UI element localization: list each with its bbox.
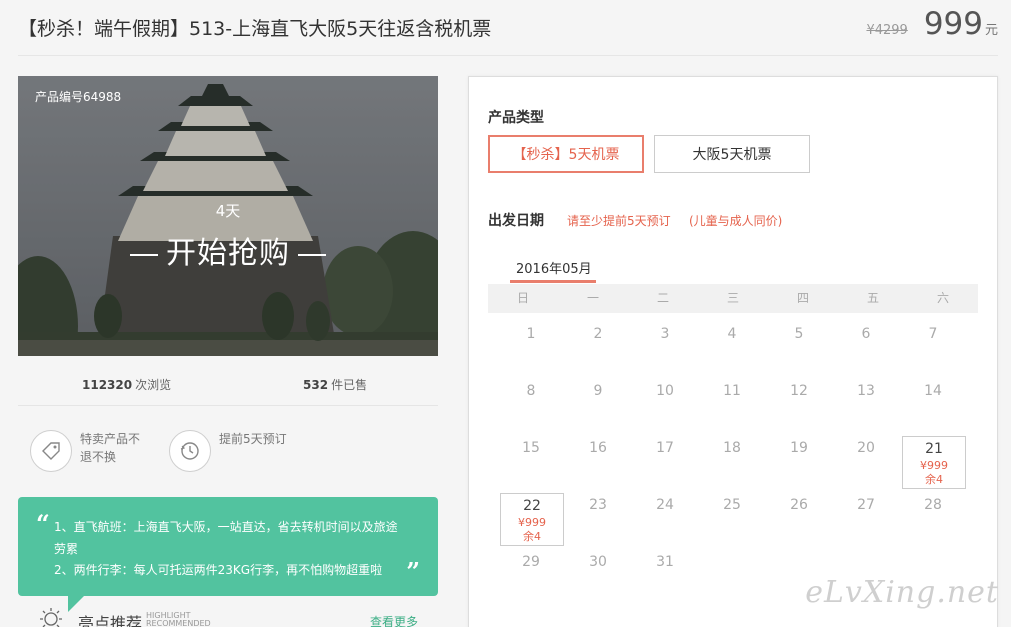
calendar-day: 16: [589, 440, 607, 456]
weekday: 一: [586, 291, 599, 305]
feature-text: 提前5天预订: [219, 432, 287, 446]
calendar-day: 13: [857, 383, 875, 399]
close-quote-icon: ”: [406, 557, 420, 586]
price-unit: 元: [984, 23, 998, 38]
open-quote-icon: “: [36, 509, 50, 538]
calendar-day-available[interactable]: 22 ¥999 余4: [500, 493, 564, 546]
sold-label: 件已售: [331, 378, 368, 392]
departure-date-label: 出发日期: [488, 213, 544, 229]
month-tab-underline: [510, 280, 596, 283]
day-price: ¥999: [518, 516, 546, 529]
dash-right: [298, 253, 326, 256]
product-title: 【秒杀！端午假期】513-上海直飞大阪5天往返含税机票: [18, 18, 492, 40]
sold-count: 532: [303, 378, 329, 392]
product-type-label: 产品类型: [488, 110, 544, 126]
countdown-days: 4天: [215, 202, 241, 220]
view-more-link[interactable]: 查看更多: [370, 613, 418, 627]
highlight-line-1: 1、直飞航班：上海直飞大阪，一站直达，省去转机时间以及旅途: [54, 520, 398, 534]
calendar-day: 14: [924, 383, 942, 399]
calendar-day: 4: [727, 326, 737, 342]
price-box: ¥4299 999 元: [866, 6, 998, 42]
calendar-day: 24: [656, 497, 674, 513]
product-page: 【秒杀！端午假期】513-上海直飞大阪5天往返含税机票 ¥4299 999 元: [0, 0, 1011, 627]
calendar-day: 12: [790, 383, 808, 399]
day-remaining: 余4: [523, 530, 541, 543]
highlight-box: “ 1、直飞航班：上海直飞大阪，一站直达，省去转机时间以及旅途 劳累 2、两件行…: [18, 497, 438, 612]
feature-book-ahead: 提前5天预订: [169, 430, 287, 472]
calendar-day: 10: [656, 383, 674, 399]
start-sale-text: 开始抢购: [166, 236, 290, 271]
product-code: 产品编号64988: [35, 90, 122, 104]
date-hint: 请至少提前5天预订: [567, 214, 671, 228]
weekday-header: 日 一 二 三 四 五 六: [488, 284, 978, 313]
calendar-day: 30: [589, 554, 607, 570]
calendar-day: 25: [723, 497, 741, 513]
calendar-day: 1: [526, 326, 536, 342]
weekday: 四: [796, 291, 809, 305]
calendar-day: 8: [526, 383, 536, 399]
weekday: 二: [656, 291, 669, 305]
start-sale-banner: 开始抢购: [18, 228, 438, 272]
type-option-flash[interactable]: 【秒杀】5天机票: [488, 135, 644, 173]
calendar-day: 26: [790, 497, 808, 513]
calendar-day: 29: [522, 554, 540, 570]
product-hero-image[interactable]: 产品编号64988 4天 开始抢购: [18, 76, 438, 356]
calendar-day: 3: [660, 326, 670, 342]
month-tab[interactable]: 2016年05月: [516, 258, 592, 277]
highlight-line-2: 2、两件行李：每人可托运两件23KG行李，再不怕购物超重啦: [54, 563, 383, 577]
calendar-day: 11: [723, 383, 741, 399]
product-stats: 112320 次浏览 532 件已售: [18, 366, 438, 406]
day-number: 22: [523, 498, 541, 514]
recommend-en-2: RECOMMENDED: [146, 619, 211, 627]
weekday: 三: [726, 291, 739, 305]
calendar-day: 31: [656, 554, 674, 570]
calendar-day: 23: [589, 497, 607, 513]
highlight-recommend-bar: 亮点推荐 HIGHLIGHT RECOMMENDED 查看更多: [38, 606, 438, 627]
calendar-day: 5: [794, 326, 804, 342]
product-header: 【秒杀！端午假期】513-上海直飞大阪5天往返含税机票 ¥4299 999 元: [18, 0, 998, 56]
site-watermark: eLvXing.net: [805, 575, 999, 610]
calendar-day: 27: [857, 497, 875, 513]
weekday: 五: [866, 291, 879, 305]
calendar-day: 15: [522, 440, 540, 456]
views-label: 次浏览: [135, 378, 172, 392]
calendar-day: 2: [593, 326, 603, 342]
recommend-title: 亮点推荐: [78, 614, 143, 627]
calendar-day: 18: [723, 440, 741, 456]
type-option-osaka[interactable]: 大阪5天机票: [654, 135, 810, 173]
clock-icon: [169, 430, 211, 472]
views-count: 112320: [82, 378, 133, 392]
lightbulb-icon: [40, 608, 62, 627]
day-number: 21: [925, 441, 943, 457]
feature-text: 特卖产品不退不换: [80, 432, 141, 464]
weekday: 日: [516, 291, 529, 305]
recommend-subtitle: HIGHLIGHT RECOMMENDED: [146, 612, 211, 627]
calendar-day: 28: [924, 497, 942, 513]
sold-stat: 532 件已售: [303, 376, 367, 393]
feature-no-refund: 特卖产品不退不换: [30, 430, 148, 472]
highlight-line-1-cont: 劳累: [54, 542, 79, 556]
calendar-day: 17: [656, 440, 674, 456]
day-remaining: 余4: [925, 473, 943, 486]
booking-panel: 产品类型 【秒杀】5天机票 大阪5天机票 出发日期 请至少提前5天预订 (儿童与…: [468, 76, 998, 627]
views-stat: 112320 次浏览: [82, 376, 171, 393]
calendar-day: 20: [857, 440, 875, 456]
original-price: ¥4299: [866, 23, 908, 38]
sale-price: 999: [923, 6, 983, 42]
price-note: (儿童与成人同价): [689, 214, 783, 228]
dash-left: [130, 253, 158, 256]
calendar-day-available[interactable]: 21 ¥999 余4: [902, 436, 966, 489]
calendar-day: 19: [790, 440, 808, 456]
calendar-day: 7: [928, 326, 938, 342]
calendar-day: 6: [861, 326, 871, 342]
tag-icon: [30, 430, 72, 472]
calendar-day: 9: [593, 383, 603, 399]
day-price: ¥999: [920, 459, 948, 472]
weekday: 六: [936, 291, 949, 305]
